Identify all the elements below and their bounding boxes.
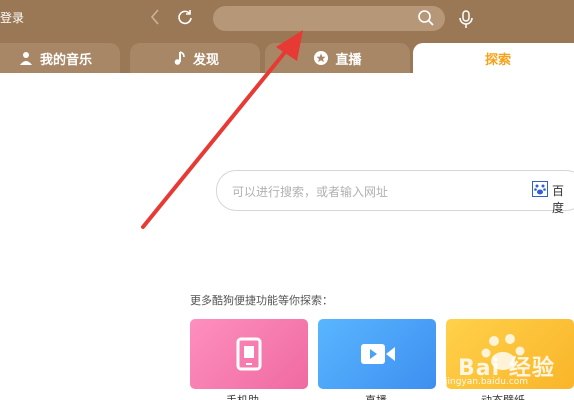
microphone-icon[interactable]	[456, 8, 476, 30]
tab-discover[interactable]: 发现	[130, 43, 260, 73]
watermark-url: jingyan.baidu.com	[445, 377, 529, 387]
baidu-paw-icon[interactable]	[532, 181, 548, 197]
card-phone-assistant[interactable]	[190, 319, 308, 389]
refresh-icon[interactable]	[175, 7, 195, 27]
card-label: 动态壁纸	[481, 392, 525, 400]
chevron-left-icon[interactable]	[146, 6, 164, 28]
login-link[interactable]: 登录	[0, 9, 24, 26]
user-icon	[19, 52, 32, 65]
tab-live[interactable]: 直播	[265, 43, 410, 73]
video-camera-icon	[361, 344, 395, 364]
main-search-placeholder: 可以进行搜索，或者输入网址	[232, 185, 389, 199]
tab-label: 直播	[335, 52, 362, 68]
phone-icon	[236, 337, 262, 371]
search-engine-label[interactable]: 百度	[552, 182, 574, 216]
tab-label: 发现	[192, 52, 219, 68]
tab-explore[interactable]: 探索	[413, 43, 574, 73]
card-label: 直播	[365, 392, 387, 400]
tab-label: 探索	[484, 52, 511, 68]
tab-label: 我的音乐	[39, 52, 92, 68]
star-icon	[314, 51, 329, 65]
tab-my-music[interactable]: 我的音乐	[0, 43, 120, 73]
top-search-input[interactable]	[213, 6, 445, 31]
search-icon[interactable]	[416, 8, 436, 28]
quick-features-title: 更多酷狗便捷功能等你探索：	[190, 294, 333, 307]
card-live[interactable]	[318, 319, 436, 389]
music-note-icon	[174, 51, 185, 65]
card-label: 手机助	[226, 392, 259, 400]
